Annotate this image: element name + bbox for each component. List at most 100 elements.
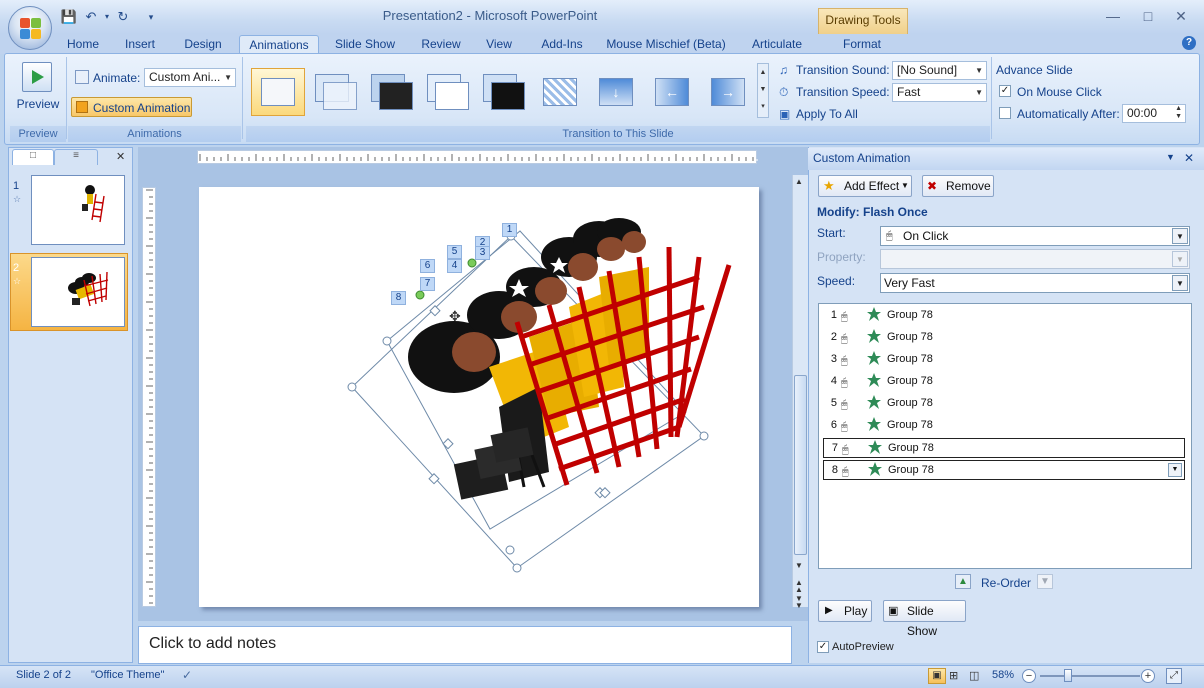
animation-list-item[interactable]: 6 🖱 Group 78 <box>823 416 1185 436</box>
slide-sorter-icon[interactable]: ⊞ <box>949 669 958 682</box>
play-button[interactable]: ▶ Play <box>818 600 872 622</box>
pane-options-icon[interactable]: ▼ <box>1166 152 1175 162</box>
transition-cut[interactable] <box>420 68 474 116</box>
transition-dissolve[interactable] <box>532 68 586 116</box>
slide-thumbnail-2[interactable] <box>31 257 125 327</box>
maximize-icon[interactable]: □ <box>1133 8 1163 24</box>
speed-dropdown[interactable]: Very Fast ▼ <box>880 273 1190 293</box>
animation-order-badge[interactable]: 8 <box>391 291 406 305</box>
animation-order-badge[interactable]: 3 <box>475 246 490 260</box>
animation-list-item[interactable]: 7 🖱 Group 78 <box>823 438 1185 458</box>
tab-mouse-mischief[interactable]: Mouse Mischief (Beta) <box>604 35 728 54</box>
vertical-scrollbar[interactable]: ▲ ▼ ▲ ▲ ▼ ▼ <box>792 175 808 610</box>
tab-view[interactable]: View <box>478 35 520 54</box>
animation-order-badge[interactable]: 7 <box>420 277 435 291</box>
animation-order-badge[interactable]: 5 <box>447 245 462 259</box>
spell-check-icon[interactable]: ✓ <box>182 668 192 682</box>
tab-format[interactable]: Format <box>832 35 892 54</box>
horizontal-ruler[interactable] <box>197 150 758 164</box>
close-icon[interactable]: ✕ <box>1166 8 1196 25</box>
tab-review[interactable]: Review <box>414 35 468 54</box>
redo-icon[interactable]: ↻ <box>114 9 132 25</box>
zoom-out-icon[interactable]: − <box>1022 669 1036 683</box>
animation-order-badge[interactable]: 4 <box>447 259 462 273</box>
tab-slide-show[interactable]: Slide Show <box>328 35 402 54</box>
add-effect-button[interactable]: ★ Add Effect ▼ <box>818 175 912 197</box>
slides-tab-icon[interactable]: □ <box>12 149 54 165</box>
on-click-mouse-icon: 🖱 <box>841 333 848 345</box>
scroll-down-icon[interactable]: ▼ <box>795 561 803 570</box>
tab-articulate[interactable]: Articulate <box>744 35 810 54</box>
move-down-icon[interactable]: ▼ <box>1037 574 1053 589</box>
previous-slide-icon[interactable]: ▲ ▲ <box>795 579 803 594</box>
transition-wipe-down[interactable]: ↓ <box>588 68 642 116</box>
customize-qat-icon[interactable]: ▾ <box>142 9 160 25</box>
custom-animation-label: Custom Animation <box>93 101 191 115</box>
item-menu-dropdown-icon[interactable]: ▼ <box>1168 463 1182 477</box>
animation-order-badge[interactable]: 6 <box>420 259 435 273</box>
slide-canvas[interactable]: ✥ 1 2 3 4 5 6 7 8 <box>199 187 759 607</box>
animation-order-badge[interactable]: 1 <box>502 223 517 237</box>
minimize-icon[interactable]: — <box>1098 8 1128 24</box>
animation-list-item[interactable]: 5 🖱 Group 78 <box>823 394 1185 414</box>
tab-animations[interactable]: Animations <box>239 35 319 54</box>
auto-advance-checkbox[interactable] <box>999 107 1011 119</box>
close-pane-icon[interactable]: ✕ <box>116 150 125 163</box>
transition-none[interactable] <box>251 68 305 116</box>
save-icon[interactable]: 💾 <box>60 9 78 25</box>
vertical-ruler[interactable] <box>142 187 156 607</box>
on-mouse-click-checkbox[interactable]: ✓ <box>999 85 1011 97</box>
emphasis-effect-icon <box>868 440 882 454</box>
slide-show-button[interactable]: ▣ Slide Show <box>883 600 966 638</box>
start-dropdown[interactable]: 🖱 On Click ▼ <box>880 226 1190 246</box>
animation-list-item[interactable]: 8 🖱 Group 78 ▼ <box>823 460 1185 480</box>
transition-cut-black[interactable] <box>476 68 530 116</box>
scroll-up-icon[interactable]: ▲ <box>795 177 803 186</box>
outline-tab-icon[interactable]: ≡ <box>54 149 98 165</box>
animation-list-item[interactable]: 1 🖱 Group 78 <box>823 306 1185 326</box>
transition-sound-label: Transition Sound: <box>796 63 890 77</box>
preview-icon[interactable] <box>22 62 52 92</box>
transition-speed-label: Transition Speed: <box>796 85 890 99</box>
animation-list-item[interactable]: 2 🖱 Group 78 <box>823 328 1185 348</box>
remove-button[interactable]: ✖ Remove <box>922 175 994 197</box>
transition-fade-black[interactable] <box>364 68 418 116</box>
theme-status[interactable]: "Office Theme" <box>91 669 164 681</box>
office-button[interactable] <box>8 6 52 50</box>
transition-fade-smoothly[interactable] <box>308 68 362 116</box>
animation-list-item[interactable]: 4 🖱 Group 78 <box>823 372 1185 392</box>
zoom-in-icon[interactable]: + <box>1141 669 1155 683</box>
tab-design[interactable]: Design <box>176 35 230 54</box>
animate-dropdown[interactable]: Custom Ani... ▼ <box>144 68 236 87</box>
notes-pane[interactable]: Click to add notes <box>138 626 792 664</box>
fit-to-window-icon[interactable]: ⤢ <box>1166 668 1182 684</box>
animation-list[interactable]: 1 🖱 Group 78 2 🖱 Group 78 3 🖱 Group 78 4 🖱 Group 78… <box>818 303 1192 569</box>
zoom-slider-track[interactable] <box>1040 675 1140 677</box>
transition-gallery-scroll[interactable]: ▲ ▼ ▾ <box>757 63 769 118</box>
tab-home[interactable]: Home <box>58 35 108 54</box>
normal-view-icon[interactable]: ▣ <box>928 668 946 684</box>
transition-wipe-left[interactable]: ← <box>644 68 698 116</box>
move-up-icon[interactable]: ▲ <box>955 574 971 589</box>
zoom-slider-thumb[interactable] <box>1064 669 1072 682</box>
autopreview-checkbox[interactable]: ✓ <box>817 641 829 653</box>
slideshow-view-icon[interactable]: ◫ <box>969 669 979 682</box>
tab-add-ins[interactable]: Add-Ins <box>532 35 592 54</box>
add-effect-dropdown-icon: ▼ <box>901 181 909 190</box>
animation-list-item[interactable]: 3 🖱 Group 78 <box>823 350 1185 370</box>
zoom-level[interactable]: 58% <box>992 669 1014 681</box>
help-icon[interactable]: ? <box>1182 36 1196 50</box>
transition-wipe-right[interactable]: → <box>700 68 754 116</box>
pane-close-icon[interactable]: ✕ <box>1184 151 1194 165</box>
apply-to-all-button[interactable]: Apply To All <box>796 107 858 121</box>
transition-speed-dropdown[interactable]: Fast ▼ <box>892 83 987 102</box>
next-slide-icon[interactable]: ▼ ▼ <box>795 595 803 610</box>
transition-sound-dropdown[interactable]: [No Sound] ▼ <box>892 61 987 80</box>
modify-heading: Modify: Flash Once <box>817 205 928 219</box>
scroll-thumb[interactable] <box>794 375 807 555</box>
custom-animation-button[interactable]: Custom Animation <box>71 97 192 117</box>
tab-insert[interactable]: Insert <box>114 35 166 54</box>
slide-thumbnail-1[interactable] <box>31 175 125 245</box>
auto-advance-time[interactable]: 00:00 ▲ ▼ <box>1122 104 1186 123</box>
preview-button[interactable]: Preview <box>14 97 62 111</box>
